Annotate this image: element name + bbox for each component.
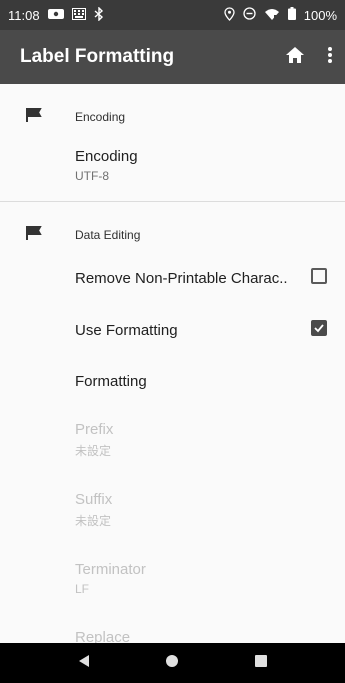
pref-title: Replace [75, 629, 131, 643]
status-left: 11:08 [8, 5, 104, 24]
pref-title: Formatting [75, 373, 147, 390]
app-bar: Label Formatting [0, 30, 345, 84]
flag-icon [26, 108, 42, 127]
category-encoding: Encoding [0, 84, 345, 148]
recents-icon[interactable] [254, 654, 268, 673]
battery-percent: 100% [303, 7, 337, 23]
category-title: Data Editing [75, 228, 141, 242]
card-icon [47, 8, 64, 23]
pref-summary: LF [75, 582, 90, 596]
nav-bar [0, 643, 345, 683]
pref-prefix: Prefix 未設定 [0, 421, 345, 491]
location-icon [224, 6, 235, 24]
preference-list[interactable]: Encoding Encoding UTF-8 Data Editing Rem… [0, 84, 345, 643]
more-vert-icon[interactable] [327, 46, 333, 69]
home-icon[interactable] [285, 46, 305, 69]
pref-use-formatting[interactable]: Use Formatting [0, 319, 345, 371]
status-right: 100% [224, 6, 337, 24]
bluetooth-icon [94, 5, 104, 24]
dnd-icon [243, 7, 256, 23]
category-data-editing: Data Editing [0, 202, 345, 266]
pref-remove-nonprintable[interactable]: Remove Non-Printable Charac.. [0, 266, 345, 319]
page-title: Label Formatting [20, 46, 175, 67]
pref-formatting[interactable]: Formatting [0, 371, 345, 421]
status-time: 11:08 [8, 7, 40, 23]
pref-title: Terminator [75, 561, 146, 578]
pref-title: Encoding [75, 148, 138, 165]
remove-nonprintable-checkbox[interactable] [311, 268, 327, 284]
category-title: Encoding [75, 110, 126, 124]
pref-title: Use Formatting [75, 322, 178, 339]
pref-title: Prefix [75, 421, 114, 438]
app-actions [285, 46, 333, 69]
status-bar: 11:08 100% [0, 0, 345, 30]
use-formatting-checkbox[interactable] [311, 320, 327, 336]
battery-icon [287, 7, 296, 23]
back-icon[interactable] [77, 654, 91, 673]
flag-icon [26, 226, 42, 245]
keyboard-icon [71, 7, 86, 23]
pref-encoding[interactable]: Encoding UTF-8 [0, 148, 345, 201]
pref-summary: 未設定 [75, 514, 112, 528]
pref-title: Suffix [75, 491, 113, 508]
pref-title: Remove Non-Printable Charac.. [75, 270, 288, 287]
home-nav-icon[interactable] [165, 654, 179, 673]
pref-summary: 未設定 [75, 444, 112, 458]
wifi-icon [264, 8, 280, 23]
pref-terminator: Terminator LF [0, 561, 345, 629]
pref-suffix: Suffix 未設定 [0, 491, 345, 561]
pref-summary: UTF-8 [75, 169, 109, 183]
pref-replace: Replace [0, 629, 345, 643]
